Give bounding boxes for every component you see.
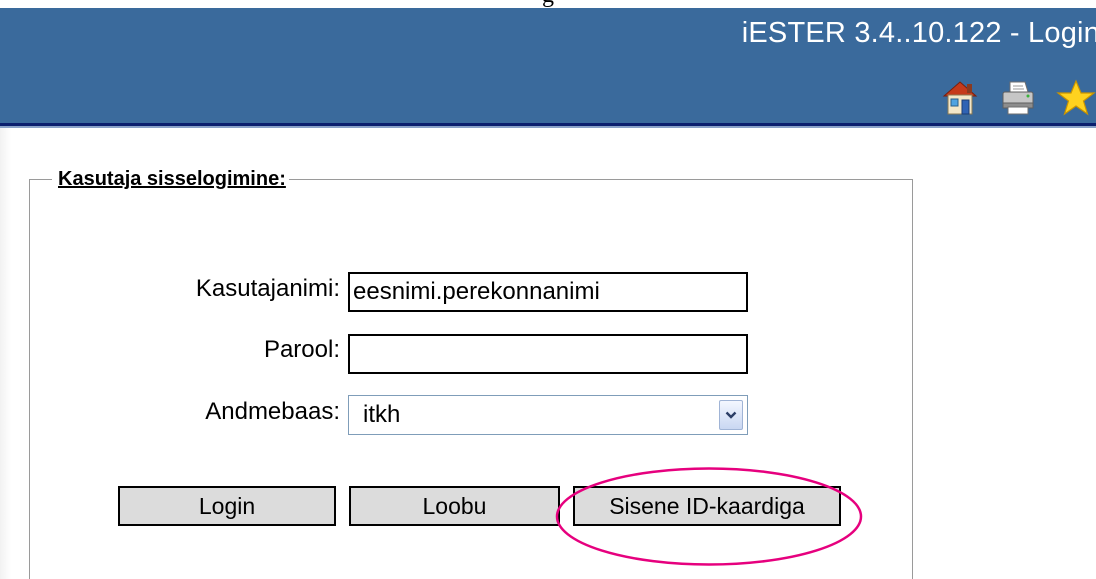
username-field[interactable] bbox=[348, 272, 748, 312]
id-card-login-button[interactable]: Sisene ID-kaardiga bbox=[573, 486, 841, 526]
app-header: iESTER 3.4..10.122 - Login bbox=[0, 8, 1096, 123]
password-field[interactable] bbox=[348, 334, 748, 374]
login-page: g iESTER 3.4..10.122 - Login bbox=[0, 0, 1096, 579]
username-label: Kasutajanimi: bbox=[195, 275, 340, 302]
database-select[interactable]: itkh bbox=[348, 395, 748, 435]
home-icon[interactable] bbox=[940, 78, 980, 118]
left-edge-shade bbox=[0, 128, 11, 579]
login-button[interactable]: Login bbox=[118, 486, 336, 526]
database-select-value: itkh bbox=[363, 401, 401, 428]
header-toolbar bbox=[940, 76, 1096, 120]
top-strip: g bbox=[0, 0, 1096, 8]
login-legend: Kasutaja sisselogimine: bbox=[58, 168, 286, 190]
database-label: Andmebaas: bbox=[205, 398, 340, 425]
print-icon[interactable] bbox=[998, 78, 1038, 118]
star-icon[interactable] bbox=[1056, 78, 1096, 118]
cancel-button[interactable]: Loobu bbox=[349, 486, 560, 526]
password-label: Parool: bbox=[263, 336, 340, 363]
window-title: iESTER 3.4..10.122 - Login bbox=[741, 17, 1096, 49]
header-divider-shadow bbox=[0, 126, 1096, 128]
chevron-down-icon[interactable] bbox=[719, 400, 743, 430]
